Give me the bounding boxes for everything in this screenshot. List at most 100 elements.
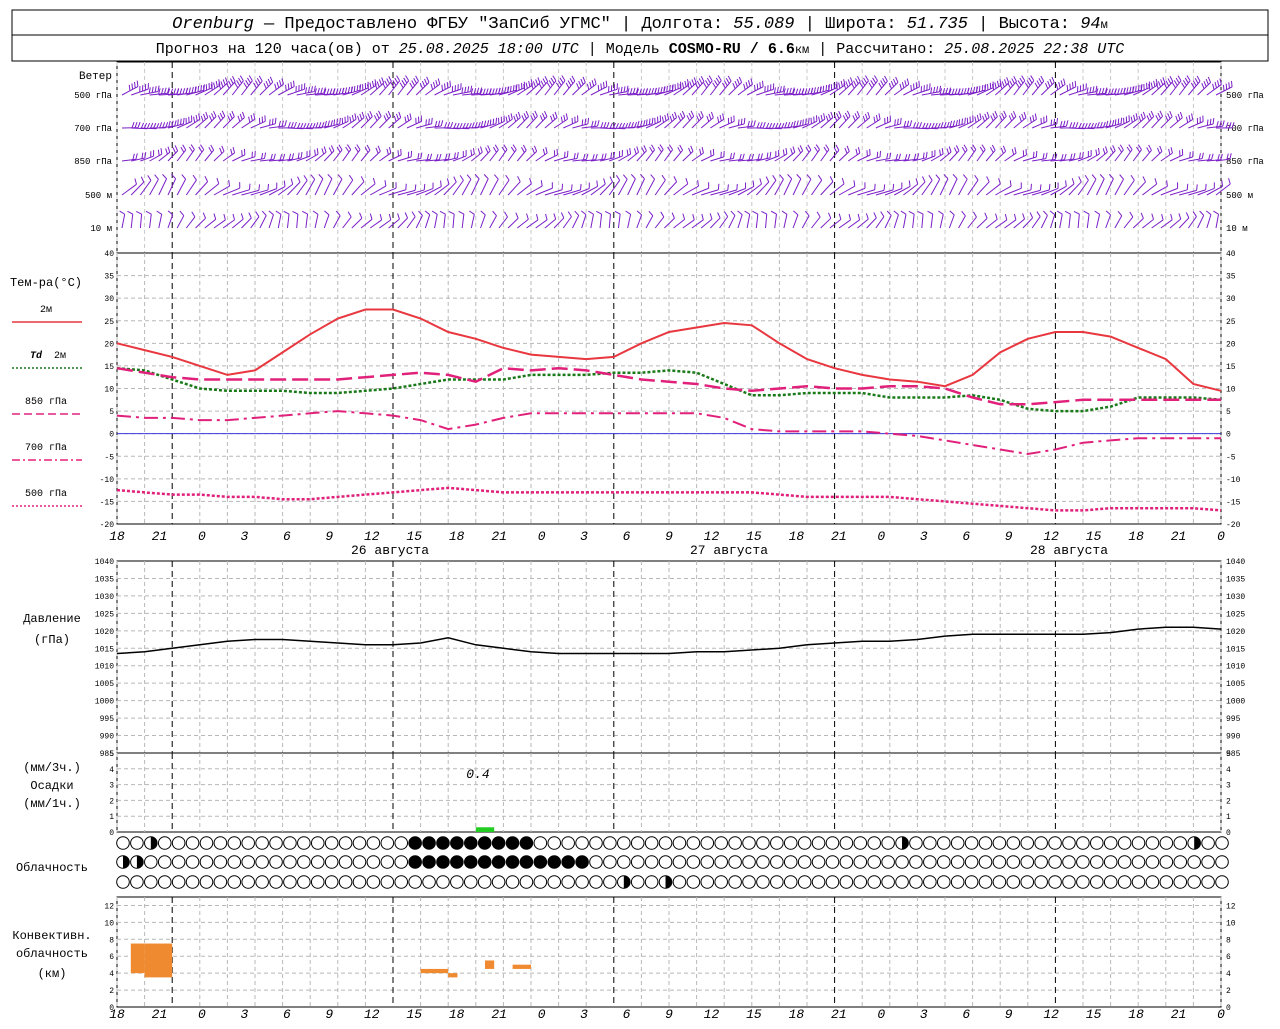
wind-barb xyxy=(692,153,703,161)
wind-barb-flag xyxy=(834,147,837,152)
wind-barb-flag xyxy=(1052,154,1054,160)
wind-barb-flag xyxy=(788,174,792,178)
wind-barb-flag xyxy=(460,175,463,180)
wind-barb-flag xyxy=(195,87,196,93)
wind-barb xyxy=(462,214,464,228)
wind-barb-flag xyxy=(952,89,954,95)
wind-barb-flag xyxy=(662,175,665,180)
wind-barb-flag xyxy=(204,114,206,120)
wind-barb-flag xyxy=(1057,118,1058,124)
wind-barb-flag xyxy=(1085,175,1088,180)
wind-barb-flag xyxy=(380,214,381,220)
cloud-circle xyxy=(882,837,895,850)
wind-barb-flag xyxy=(257,78,260,83)
wind-barb xyxy=(766,180,776,195)
wind-barb-flag xyxy=(763,81,764,87)
cloud-circle xyxy=(729,876,742,889)
wind-barb xyxy=(572,215,578,228)
cloud-circle xyxy=(604,837,617,850)
wind-barb-flag xyxy=(136,153,137,159)
wind-barb-flag xyxy=(674,176,677,181)
cloud-circle xyxy=(548,876,561,889)
wind-barb-flag xyxy=(561,117,562,123)
wind-barb-flag xyxy=(637,147,639,153)
wind-barb xyxy=(315,179,323,195)
wind-barb-flag xyxy=(811,88,812,94)
precip-tick-left: 0 xyxy=(109,829,114,838)
wind-barb-flag xyxy=(264,83,266,89)
wind-barb-flag xyxy=(745,211,750,214)
wind-barb-flag xyxy=(178,119,179,125)
wind-barb-flag xyxy=(340,118,341,124)
wind-barb-flag xyxy=(1004,79,1006,85)
wind-barb-flag xyxy=(251,115,252,121)
wind-barb-flag xyxy=(505,87,506,93)
cloud-circle xyxy=(729,856,742,869)
cloud-circle xyxy=(200,876,213,889)
wind-barb xyxy=(536,220,547,228)
wind-barb-flag xyxy=(407,115,408,121)
wind-barb xyxy=(811,217,820,228)
wind-barb-flag xyxy=(480,147,482,153)
wind-barb xyxy=(1124,217,1133,228)
cloud-circle xyxy=(701,837,714,850)
wind-barb xyxy=(802,216,809,228)
hour-label: 12 xyxy=(364,1007,380,1022)
wind-barb-flag xyxy=(543,149,544,155)
wind-barb xyxy=(692,220,703,228)
wind-barb-flag xyxy=(1070,84,1071,90)
wind-barb-flag xyxy=(264,153,265,159)
cloud-circle xyxy=(729,837,742,850)
wind-barb-flag xyxy=(601,122,603,128)
wind-barb-flag xyxy=(549,80,552,85)
wind-barb-flag xyxy=(324,211,329,215)
wind-barb xyxy=(352,218,362,228)
wind-barb-flag xyxy=(950,121,951,127)
wind-barb-flag xyxy=(1168,78,1171,83)
wind-barb-flag xyxy=(395,78,398,83)
wind-barb-flag xyxy=(386,113,388,118)
wind-barb-flag xyxy=(1193,212,1196,217)
wind-barb xyxy=(379,220,390,228)
wind-barb-flag xyxy=(398,213,400,219)
wind-barb-flag xyxy=(543,78,546,83)
wind-barb-flag xyxy=(797,121,798,127)
wind-barb-flag xyxy=(564,115,565,121)
wind-barb xyxy=(186,217,195,228)
wind-barb xyxy=(1060,214,1063,228)
wind-barb-flag xyxy=(138,122,140,128)
wind-barb-flag xyxy=(249,117,250,123)
alt-label: Высота: xyxy=(999,15,1081,34)
wind-barb xyxy=(306,214,308,228)
wind-barb xyxy=(1133,150,1141,161)
wind-barb-flag xyxy=(1113,145,1116,150)
cloud-circle xyxy=(1049,837,1062,850)
wind-barb-flag xyxy=(431,84,433,90)
cloud-circle xyxy=(868,837,881,850)
wind-barb xyxy=(361,150,370,161)
wind-barb-flag xyxy=(350,117,351,123)
conv-tick-right: 4 xyxy=(1226,970,1231,979)
wind-barb-flag xyxy=(661,212,664,217)
cloud-circle xyxy=(1118,856,1131,869)
wind-barb-flag xyxy=(294,122,296,128)
cloud-circle xyxy=(882,876,895,889)
wind-barb-flag xyxy=(194,117,195,123)
cloud-circle xyxy=(1049,856,1062,869)
wind-barb-flag xyxy=(1141,114,1143,120)
wind-barb-flag xyxy=(146,211,151,214)
wind-barb-flag xyxy=(292,153,293,159)
wind-barb-flag xyxy=(387,78,390,83)
wind-barb-flag xyxy=(1106,121,1107,127)
hour-label: 18 xyxy=(789,529,805,544)
cloud-circle xyxy=(1049,876,1062,889)
precip-tick-right: 1 xyxy=(1226,813,1231,822)
wind-barb-flag xyxy=(672,213,674,219)
cloud-circle xyxy=(1118,876,1131,889)
wind-barb xyxy=(490,150,499,161)
wind-barb-flag xyxy=(439,154,441,160)
temp-tick-right: 15 xyxy=(1226,363,1236,372)
wind-barb-flag xyxy=(342,88,343,94)
hour-label: 12 xyxy=(364,529,380,544)
wind-barb xyxy=(949,215,954,228)
